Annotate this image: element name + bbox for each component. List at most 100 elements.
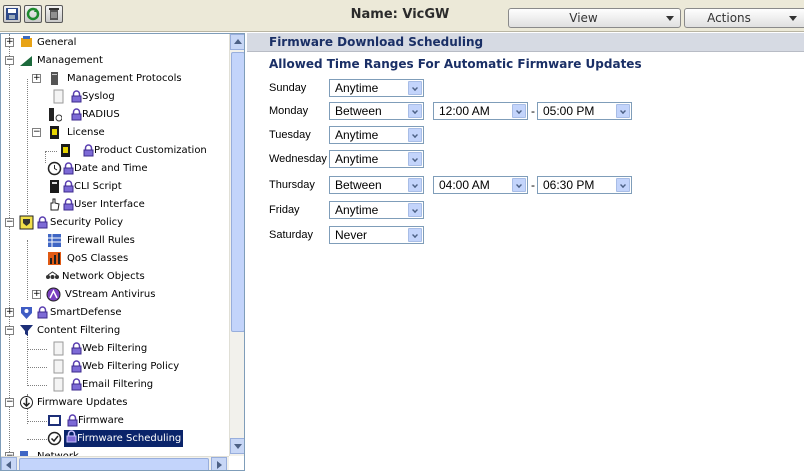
collapse-icon[interactable]: − — [5, 398, 14, 407]
tree-item-firmware-scheduling[interactable]: Firmware Scheduling — [1, 430, 229, 447]
tree-item-syslog[interactable]: Syslog — [1, 88, 229, 105]
chevron-down-icon — [408, 128, 422, 142]
document-icon — [53, 89, 64, 104]
tree-item-smartdefense[interactable]: + SmartDefense — [1, 304, 229, 321]
clock-icon — [47, 431, 62, 446]
tree-item-label: User Interface — [74, 199, 145, 210]
refresh-button[interactable] — [24, 5, 42, 23]
collapse-icon[interactable]: − — [32, 128, 41, 137]
tree-item-label: RADIUS — [82, 109, 120, 120]
tree-item-security-policy[interactable]: − Security Policy — [1, 214, 229, 231]
tree-item-web-filtering[interactable]: Web Filtering — [1, 340, 229, 357]
smartdefense-shield-icon — [21, 307, 32, 319]
tree-item-label: Firewall Rules — [67, 235, 135, 246]
chevron-down-icon — [408, 203, 422, 217]
chevron-down-icon — [408, 178, 422, 192]
tree-horizontal-scrollbar[interactable] — [1, 456, 229, 470]
terminal-icon — [50, 180, 59, 193]
tree-item-label: CLI Script — [74, 181, 122, 192]
scroll-down-button[interactable] — [230, 438, 244, 454]
collapse-icon[interactable]: − — [5, 326, 14, 335]
lock-icon — [83, 144, 94, 157]
tree-item-email-filtering[interactable]: Email Filtering — [1, 376, 229, 393]
tree-item-firmware[interactable]: Firmware — [1, 412, 229, 429]
tree-item-label: SmartDefense — [50, 307, 122, 318]
delete-button[interactable] — [45, 5, 63, 23]
monday-from-time-select[interactable]: 12:00 AM — [433, 102, 528, 120]
document-icon — [53, 377, 64, 392]
tree-item-content-filtering[interactable]: − Content Filtering — [1, 322, 229, 339]
tree-item-license[interactable]: − License — [1, 124, 229, 141]
monday-to-time-select[interactable]: 05:00 PM — [537, 102, 632, 120]
lock-icon — [63, 198, 74, 211]
document-icon — [53, 359, 64, 374]
tree-item-firewall-rules[interactable]: Firewall Rules — [1, 232, 229, 249]
tree-guide-line — [27, 367, 47, 368]
day-label-saturday: Saturday — [269, 229, 314, 241]
tuesday-mode-select[interactable]: Anytime — [329, 126, 424, 144]
tree-item-cli-script[interactable]: CLI Script — [1, 178, 229, 195]
saturday-mode-select[interactable]: Never — [329, 226, 424, 244]
chevron-up-icon — [234, 39, 242, 44]
tree-item-management[interactable]: − Management — [1, 52, 229, 69]
tree-item-label: Firmware — [78, 415, 124, 426]
expand-icon[interactable]: + — [5, 308, 14, 317]
management-icon — [20, 56, 32, 66]
scroll-right-button[interactable] — [211, 457, 227, 470]
lock-icon — [71, 360, 82, 373]
scroll-left-button[interactable] — [1, 457, 17, 470]
view-dropdown[interactable]: View — [508, 8, 681, 28]
network-objects-icon — [46, 271, 59, 279]
clock-icon — [47, 161, 62, 176]
thursday-to-time-select[interactable]: 06:30 PM — [537, 176, 632, 194]
tree-item-qos-classes[interactable]: QoS Classes — [1, 250, 229, 267]
tree-item-web-filtering-policy[interactable]: Web Filtering Policy — [1, 358, 229, 375]
scroll-up-button[interactable] — [230, 34, 244, 50]
tree-vertical-scrollbar[interactable] — [229, 34, 244, 456]
lock-icon — [67, 414, 78, 427]
friday-mode-select[interactable]: Anytime — [329, 201, 424, 219]
tree-item-product-customization[interactable]: Product Customization — [1, 142, 229, 159]
collapse-icon[interactable]: − — [5, 56, 14, 65]
lock-icon — [71, 90, 82, 103]
wednesday-mode-select[interactable]: Anytime — [329, 150, 424, 168]
monday-mode-select[interactable]: Between — [329, 102, 424, 120]
radius-server-icon — [49, 108, 62, 122]
tree-item-label: Content Filtering — [37, 325, 121, 336]
tree-item-user-interface[interactable]: User Interface — [1, 196, 229, 213]
tree-item-general[interactable]: + General — [1, 34, 229, 51]
tree-item-vstream-antivirus[interactable]: + VStream Antivirus — [1, 286, 229, 303]
thursday-mode-select[interactable]: Between — [329, 176, 424, 194]
day-label-wednesday: Wednesday — [269, 153, 327, 165]
actions-dropdown[interactable]: Actions — [684, 8, 804, 28]
lock-icon — [66, 430, 77, 443]
expand-icon[interactable]: + — [5, 38, 14, 47]
tree-item-network-objects[interactable]: Network Objects — [1, 268, 229, 285]
save-button[interactable] — [3, 5, 21, 23]
hand-pointer-icon — [50, 198, 60, 211]
tree-item-firmware-updates[interactable]: − Firmware Updates — [1, 394, 229, 411]
select-value: Anytime — [335, 128, 379, 142]
tree-item-label: General — [37, 37, 77, 48]
tree-item-date-and-time[interactable]: Date and Time — [1, 160, 229, 177]
sunday-mode-select[interactable]: Anytime — [329, 79, 424, 97]
collapse-icon[interactable]: − — [5, 218, 14, 227]
time-range-separator: - — [531, 178, 535, 192]
expand-icon[interactable]: + — [32, 74, 41, 83]
chevron-down-icon — [512, 104, 526, 118]
scroll-thumb[interactable] — [231, 52, 244, 332]
lock-icon — [71, 342, 82, 355]
tree-item-management-protocols[interactable]: + Management Protocols — [1, 70, 229, 87]
filter-icon — [20, 325, 33, 336]
tree-item-radius[interactable]: RADIUS — [1, 106, 229, 123]
scroll-thumb[interactable] — [19, 458, 209, 470]
antivirus-icon — [46, 287, 61, 302]
thursday-from-time-select[interactable]: 04:00 AM — [433, 176, 528, 194]
chevron-down-icon — [512, 178, 526, 192]
expand-icon[interactable]: + — [32, 290, 41, 299]
select-value: 06:30 PM — [543, 178, 595, 192]
actions-dropdown-label: Actions — [707, 11, 751, 25]
toolbar: Name: VicGW View Actions — [0, 0, 804, 32]
shield-icon — [19, 215, 34, 230]
tree-item-label: Web Filtering Policy — [82, 361, 180, 372]
